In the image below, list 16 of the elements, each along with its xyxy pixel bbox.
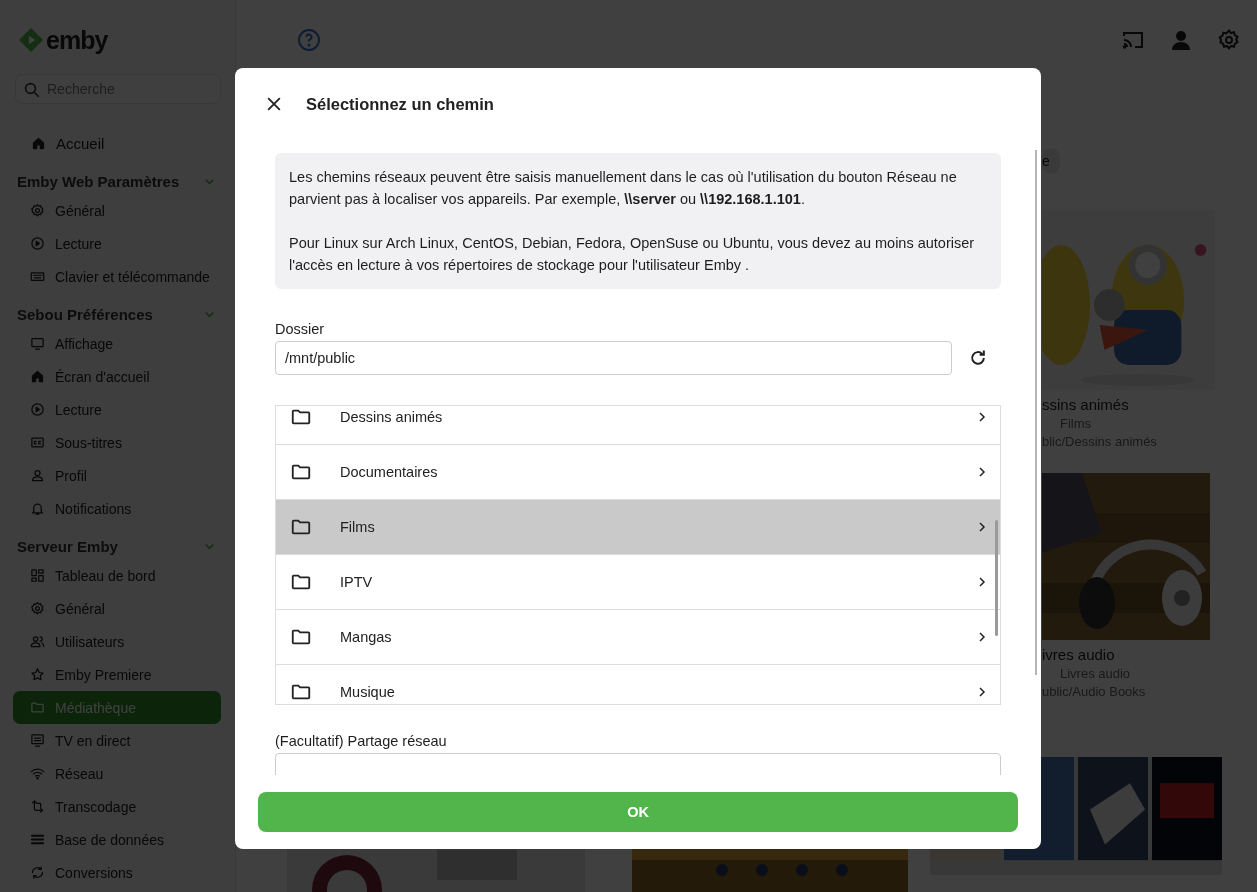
folder-row[interactable]: Films (276, 500, 1000, 555)
folder-row[interactable]: Dessins animés (276, 406, 1000, 445)
field-label: (Facultatif) Partage réseau (275, 733, 447, 749)
field-label: Dossier (275, 321, 325, 337)
folder-field[interactable]: /mnt/public (275, 341, 952, 375)
scrollbar[interactable] (995, 520, 998, 636)
refresh-icon[interactable] (968, 348, 988, 368)
info-text: Pour Linux sur Arch Linux, CentOS, Debian, Fedora, OpenSuse ou Ubuntu, vous devez au moins autoriser l'accès en lecture à vos répertoires de stockage pour l'utilisateur Emby . (289, 234, 976, 275)
folder-row[interactable]: Mangas (276, 610, 1000, 665)
folder-row[interactable]: Musique (276, 665, 1000, 704)
card-title: ivres audio (1042, 646, 1115, 663)
card-title: ssins animés (1042, 396, 1129, 413)
ok-button[interactable]: OK (258, 792, 1018, 832)
dialog-title: Sélectionnez un chemin (306, 94, 494, 114)
info-text: Les chemins réseaux peuvent être saisis manuellement dans le cas où l'utilisation du bouton Réseau ne parvient pas à localiser vos appareils. Par exemple, \\server ou \\192.168.1.101. (289, 168, 958, 209)
scrollbar[interactable] (1035, 150, 1037, 675)
